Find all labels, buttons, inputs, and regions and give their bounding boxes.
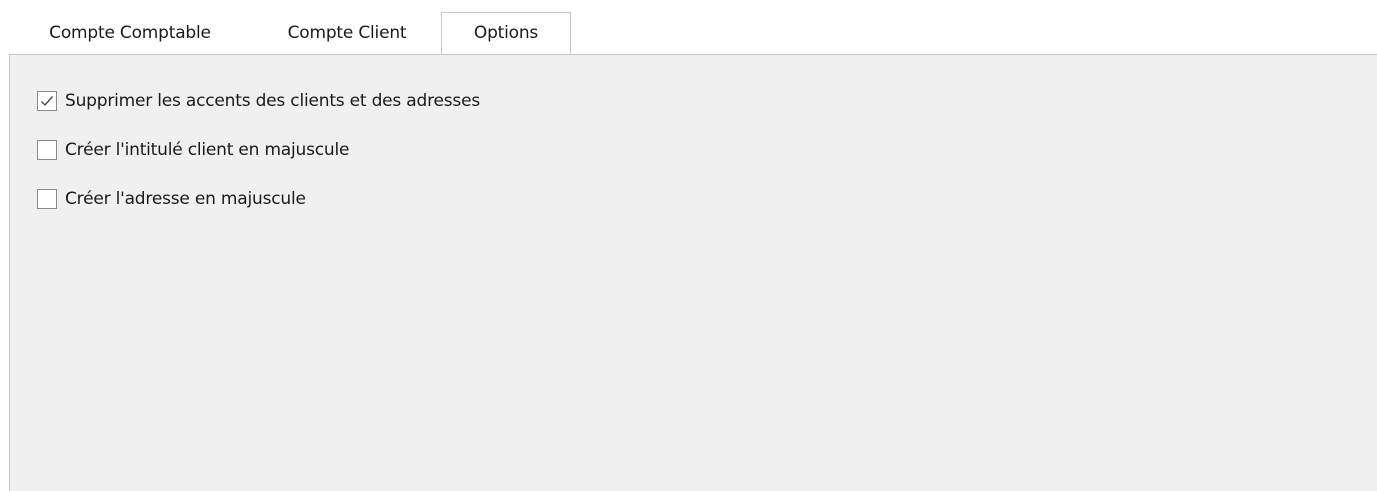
option-remove-accents[interactable]: Supprimer les accents des clients et des… — [37, 88, 480, 114]
tab-compte-comptable[interactable]: Compte Comptable — [16, 20, 244, 54]
tab-options[interactable]: Options — [441, 12, 571, 54]
tab-strip: Compte Comptable Compte Client Options — [0, 0, 1377, 55]
uppercase-client-title-label: Créer l'intitulé client en majuscule — [65, 140, 350, 160]
uppercase-address-label: Créer l'adresse en majuscule — [65, 189, 306, 209]
remove-accents-label: Supprimer les accents des clients et des… — [65, 91, 481, 111]
remove-accents-checkbox[interactable] — [37, 91, 57, 111]
uppercase-client-title-checkbox[interactable] — [37, 140, 57, 160]
option-uppercase-address[interactable]: Créer l'adresse en majuscule — [37, 186, 306, 212]
checkmark-icon — [41, 96, 54, 107]
tab-compte-client[interactable]: Compte Client — [254, 20, 440, 54]
options-panel: Supprimer les accents des clients et des… — [9, 54, 1377, 491]
option-uppercase-client-title[interactable]: Créer l'intitulé client en majuscule — [37, 137, 349, 163]
uppercase-address-checkbox[interactable] — [37, 189, 57, 209]
